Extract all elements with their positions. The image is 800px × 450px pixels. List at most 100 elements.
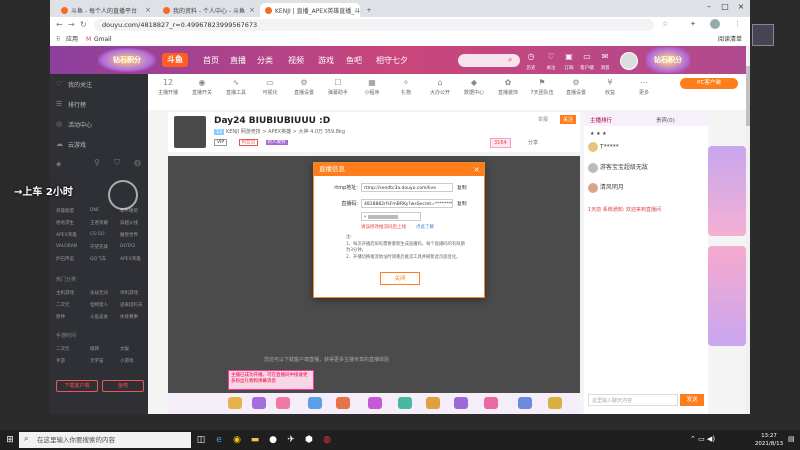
download-client-button[interactable]: 下载客户端 <box>56 380 98 392</box>
room-category[interactable]: 网游竞技 > APEX英雄 > 大神 <box>241 129 309 135</box>
help-link[interactable]: 点此了解 <box>416 224 434 230</box>
tool-item[interactable]: ⚙ 直播设置 <box>560 78 592 96</box>
history-icon[interactable]: ◷ <box>524 52 538 61</box>
category-link[interactable]: 魔兽世界 <box>120 232 138 238</box>
tool-item[interactable]: ▭ 可视化 <box>254 78 286 96</box>
gift-icon[interactable] <box>484 397 498 409</box>
category-link[interactable]: 守望先锋 <box>90 244 108 250</box>
folder-icon[interactable]: ▬ <box>248 433 262 447</box>
browser-tab-2[interactable]: 我的资料 - 个人中心 - 斗鱼 × <box>158 3 258 17</box>
promo-badge-right[interactable]: 钻石积分 <box>646 47 690 73</box>
category-link[interactable]: 王者荣耀 <box>90 220 108 226</box>
notification-icon[interactable]: ▤ <box>788 435 795 443</box>
tool-item[interactable]: ⚙ 直播设置 <box>288 78 320 96</box>
tray-icons[interactable]: ⌃ ▭ ◀) <box>690 435 715 443</box>
nav-qixi[interactable]: 相守七夕 <box>376 55 408 66</box>
apps-icon[interactable]: ⠿ <box>56 34 60 46</box>
category-link[interactable]: 斗鱼美食 <box>90 314 108 320</box>
chrome-icon[interactable]: ◉ <box>230 433 244 447</box>
promo-banner-1[interactable] <box>708 146 746 236</box>
chat-input[interactable]: 这里输入聊天内容 <box>588 394 678 406</box>
tag-badge[interactable]: 新人收到 <box>265 140 288 145</box>
bookmark-gmail[interactable]: Gmail <box>94 34 112 46</box>
category-link[interactable]: 英雄联盟 <box>56 208 74 214</box>
category-link[interactable]: 炉石传说 <box>56 256 74 262</box>
scrollbar-thumb[interactable] <box>746 66 750 126</box>
back-icon[interactable]: ← <box>56 20 63 29</box>
shield-icon[interactable]: ⛉ <box>114 158 120 168</box>
menu-icon[interactable]: ⋮ <box>734 20 741 28</box>
category-link[interactable]: CS:GO <box>90 232 105 237</box>
new-tab-button[interactable]: + <box>362 3 376 17</box>
edge-icon[interactable]: e <box>212 433 226 447</box>
nav-video[interactable]: 视频 <box>288 55 304 66</box>
sidebar-item-follow[interactable]: 我的关注 <box>68 80 92 89</box>
profile-avatar[interactable] <box>710 19 720 29</box>
category-link[interactable]: 元宇宙 <box>90 358 104 364</box>
quality-select[interactable]: ▾ <box>361 212 421 221</box>
copy-rtmp-button[interactable]: 复制 <box>457 184 467 191</box>
user-avatar[interactable] <box>620 52 638 70</box>
category-link[interactable]: 文娱 <box>120 346 129 352</box>
rtmp-url-field[interactable]: rtmp://sendtc3a.douyu.com/live <box>361 183 453 192</box>
browser-tab-1[interactable]: 斗鱼 - 每个人的直播平台 × <box>56 3 156 17</box>
gift-icon[interactable] <box>308 397 322 409</box>
close-button[interactable]: 关闭 <box>380 272 420 285</box>
subscribe-icon[interactable]: ▣ <box>562 52 576 61</box>
category-link[interactable]: 小游戏 <box>120 358 134 364</box>
taskbar-clock[interactable]: 13:27 2021/8/13 <box>752 432 786 448</box>
copy-key-button[interactable]: 复制 <box>457 200 467 207</box>
tool-item[interactable]: ☐ 弹幕助手 <box>322 78 354 96</box>
tool-item[interactable]: ◉ 直播开关 <box>186 78 218 96</box>
category-link[interactable]: 棋牌 <box>90 346 99 352</box>
category-link[interactable]: DNF <box>90 208 99 213</box>
nav-live[interactable]: 直播 <box>230 55 246 66</box>
app-icon[interactable]: ✈ <box>284 433 298 447</box>
taskbar-search-input[interactable]: 在这里输入你要搜索的内容 <box>19 432 191 448</box>
tab-rank[interactable]: 主播排行 <box>590 116 612 124</box>
gift-icon[interactable] <box>252 397 266 409</box>
pc-client-button[interactable]: PC客户端 <box>680 78 738 89</box>
sidebar-item-cloudgame[interactable]: 云游戏 <box>68 140 86 149</box>
category-link[interactable]: 绝地求生 <box>56 220 74 226</box>
client-icon[interactable]: ▭ <box>580 52 594 61</box>
follow-button[interactable]: 关注 <box>560 115 577 124</box>
tag-badge[interactable]: 粉丝团 <box>238 139 259 146</box>
nav-game[interactable]: 游戏 <box>318 55 334 66</box>
bookmark-apps[interactable]: 应用 <box>66 34 78 46</box>
browser-tab-3[interactable]: KENJI | 直播_APEX英雄直播_斗 × <box>260 3 360 17</box>
sidebar-item-rank[interactable]: 排行榜 <box>68 100 86 109</box>
gift-icon[interactable] <box>518 397 532 409</box>
tool-item[interactable]: ⌂ 大办公开 <box>424 78 456 96</box>
promo-tooltip[interactable]: 主播已成功开播，可在直播间中接收更多粉丝礼物和弹幕消息 <box>228 370 314 390</box>
nav-yuba[interactable]: 鱼吧 <box>346 55 362 66</box>
streamer-name[interactable]: KENJI <box>226 129 239 135</box>
promo-banner-2[interactable] <box>708 246 746 346</box>
category-link[interactable]: VALORAN <box>56 244 77 249</box>
target-icon[interactable]: ◍ <box>134 158 141 167</box>
nav-category[interactable]: 分类 <box>257 55 273 66</box>
gift-icon[interactable] <box>426 397 440 409</box>
category-link[interactable]: 原神 <box>56 314 65 320</box>
gift-icon[interactable] <box>368 397 382 409</box>
bookmark-star-icon[interactable]: ☆ <box>662 20 668 28</box>
gift-icon[interactable] <box>228 397 242 409</box>
category-link[interactable]: 体育赛事 <box>120 314 138 320</box>
report-link[interactable]: 举报 <box>538 116 548 123</box>
task-view-icon[interactable]: ◫ <box>194 433 208 447</box>
maximize-icon[interactable]: □ <box>718 2 732 11</box>
category-link[interactable]: 单机游戏 <box>120 290 138 296</box>
rank-row[interactable]: 游客宝宝超级无敌 <box>588 162 648 173</box>
category-link[interactable]: 逃离塔科夫 <box>120 302 143 308</box>
forward-icon[interactable]: → <box>68 20 75 29</box>
category-link[interactable]: 主机游戏 <box>56 290 74 296</box>
tool-item[interactable]: ¥ 收益 <box>594 78 626 96</box>
gift-icon[interactable] <box>398 397 412 409</box>
tab-vip[interactable]: 贵宾(0) <box>656 116 675 124</box>
category-link[interactable]: DOTA2 <box>120 244 135 249</box>
app-icon-2[interactable]: ⬢ <box>302 433 316 447</box>
promo-badge[interactable]: 钻石积分 <box>98 48 156 72</box>
close-icon[interactable]: × <box>245 6 255 14</box>
category-link[interactable]: APEX英雄 <box>120 256 141 262</box>
stream-key-field[interactable]: 4818882rfsFmBRKy?wsSecret=********* <box>361 199 453 208</box>
